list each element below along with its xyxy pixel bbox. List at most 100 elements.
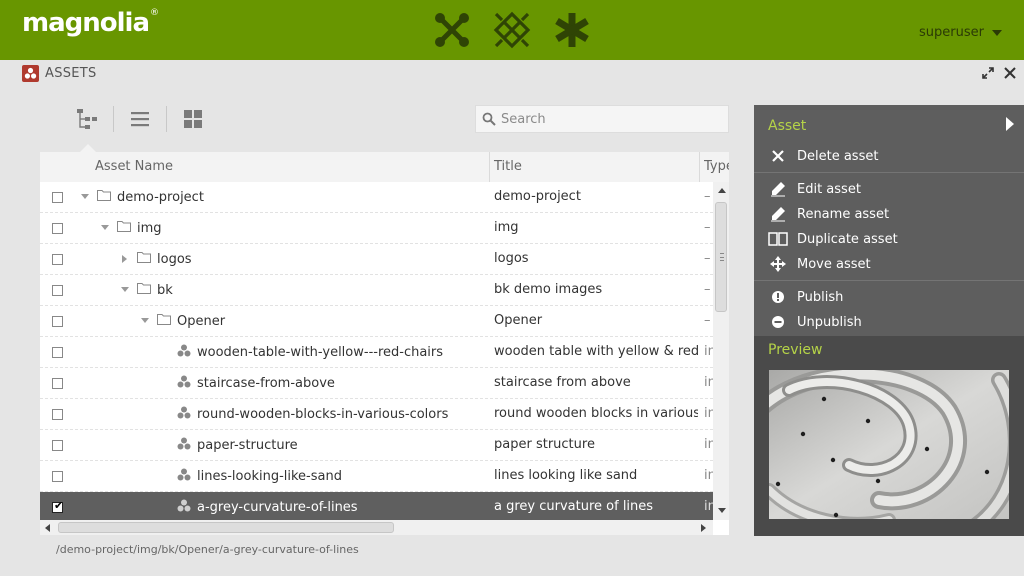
asset-name: paper-structure [197,437,298,453]
action-label: Publish [797,289,844,305]
thumbnail-view-button[interactable] [180,106,206,132]
duplicate-icon [768,229,788,249]
list-view-button[interactable] [127,106,153,132]
list-view-icon [131,112,149,127]
search-input[interactable] [501,111,721,127]
publish-action[interactable]: Publish [768,287,843,307]
logo-mark: ® [150,8,159,18]
duplicate-asset-action[interactable]: Duplicate asset [768,229,898,249]
asset-icon [177,375,191,392]
tree-view-icon [77,109,97,129]
delete-asset-action[interactable]: Delete asset [768,146,878,166]
apps-asterisk-icon[interactable] [552,10,592,50]
asset-name: bk [157,282,173,298]
asset-icon [177,344,191,361]
assets-app-icon [22,64,39,82]
table-row[interactable]: wooden-table-with-yellow---red-chairs woo… [40,337,716,368]
vertical-scrollbar[interactable] [713,182,729,520]
asset-name-cell: round-wooden-blocks-in-various-colors [40,399,490,429]
folder-icon [117,220,131,236]
scroll-right-icon[interactable] [701,524,706,532]
top-bar: magnolia® superuser [0,0,1024,60]
preview-image[interactable] [769,370,1009,519]
divider [754,280,1024,281]
selected-path: /demo-project/img/bk/Opener/a-grey-curva… [56,543,359,556]
collapse-toggle-icon[interactable] [79,191,91,203]
horizontal-scroll-thumb[interactable] [58,522,394,533]
grid-header: Asset Name Title Type [40,152,729,182]
thumbnail-view-icon [184,110,202,128]
chevron-down-icon [992,29,1002,36]
folder-icon [137,251,151,267]
edit-asset-action[interactable]: Edit asset [768,179,861,199]
close-icon[interactable] [1004,64,1016,83]
search-box[interactable] [475,105,729,133]
app-title-label: ASSETS [45,65,97,81]
table-row[interactable]: img img – [40,213,713,244]
publish-icon [768,287,788,307]
asset-icon [177,468,191,485]
table-row[interactable]: bk bk demo images – [40,275,713,306]
collapse-toggle-icon[interactable] [99,222,111,234]
asset-title: wooden table with yellow & red [494,344,698,359]
asset-icon [177,499,191,516]
table-row[interactable]: round-wooden-blocks-in-various-colors rou… [40,399,716,430]
horizontal-scrollbar[interactable] [40,520,713,535]
collapse-toggle-icon[interactable] [139,315,151,327]
move-asset-action[interactable]: Move asset [768,254,871,274]
scroll-up-icon[interactable] [718,188,726,193]
action-label: Move asset [797,256,871,272]
collapse-actionbar-icon[interactable] [1006,117,1014,131]
tree-view-button[interactable] [74,106,100,132]
asset-title: paper structure [494,437,595,452]
table-row[interactable]: ✔ a-grey-curvature-of-lines a grey curvatu… [40,492,716,523]
user-menu[interactable]: superuser [919,25,1002,40]
column-divider[interactable] [489,152,490,182]
action-bar: Asset Delete asset Edit asset Rename ass… [754,105,1024,536]
fullscreen-icon[interactable] [982,64,994,83]
asset-title: staircase from above [494,375,631,390]
table-row[interactable]: lines-looking-like-sand lines looking lik… [40,461,716,492]
asset-title: Opener [494,313,543,328]
apps-grid-icon[interactable] [492,10,532,50]
table-row[interactable]: logos logos – [40,244,713,275]
scroll-left-icon[interactable] [45,524,50,532]
table-row[interactable]: demo-project demo-project – [40,182,713,213]
asset-title: bk demo images [494,282,603,297]
table-row[interactable]: Opener Opener – [40,306,713,337]
vertical-scroll-thumb[interactable] [715,202,727,312]
asset-icon [177,437,191,454]
action-label: Duplicate asset [797,231,898,247]
delete-icon [768,146,788,166]
asset-icon [177,406,191,423]
asset-name: wooden-table-with-yellow---red-chairs [197,344,444,360]
asset-title: logos [494,251,529,266]
folder-icon [137,282,151,298]
action-label: Edit asset [797,181,861,197]
rename-icon [768,204,788,224]
expand-toggle-icon[interactable] [119,253,131,265]
asset-title: demo-project [494,189,581,204]
apps-cross-icon[interactable] [432,10,472,50]
search-icon [482,112,496,126]
scroll-down-icon[interactable] [718,508,726,513]
app-title: ASSETS [22,64,97,82]
asset-name-cell: demo-project [40,182,490,212]
column-divider[interactable] [699,152,700,182]
rename-asset-action[interactable]: Rename asset [768,204,889,224]
unpublish-action[interactable]: Unpublish [768,312,862,332]
table-row[interactable]: paper-structure paper structure in [40,430,716,461]
table-row[interactable]: staircase-from-above staircase from above… [40,368,716,399]
collapse-toggle-icon[interactable] [119,284,131,296]
asset-name-cell: logos [40,244,490,274]
magnolia-logo[interactable]: magnolia® [22,8,159,38]
action-section-title: Asset [768,118,807,134]
asset-title: round wooden blocks in various [494,406,698,421]
grip-icon [720,253,724,261]
column-header-type[interactable]: Type [704,152,729,182]
asset-name: img [137,220,162,236]
asset-name: Opener [177,313,226,329]
asset-name-cell: a-grey-curvature-of-lines [40,492,490,522]
column-header-title[interactable]: Title [494,152,522,182]
column-header-asset-name[interactable]: Asset Name [95,152,173,182]
